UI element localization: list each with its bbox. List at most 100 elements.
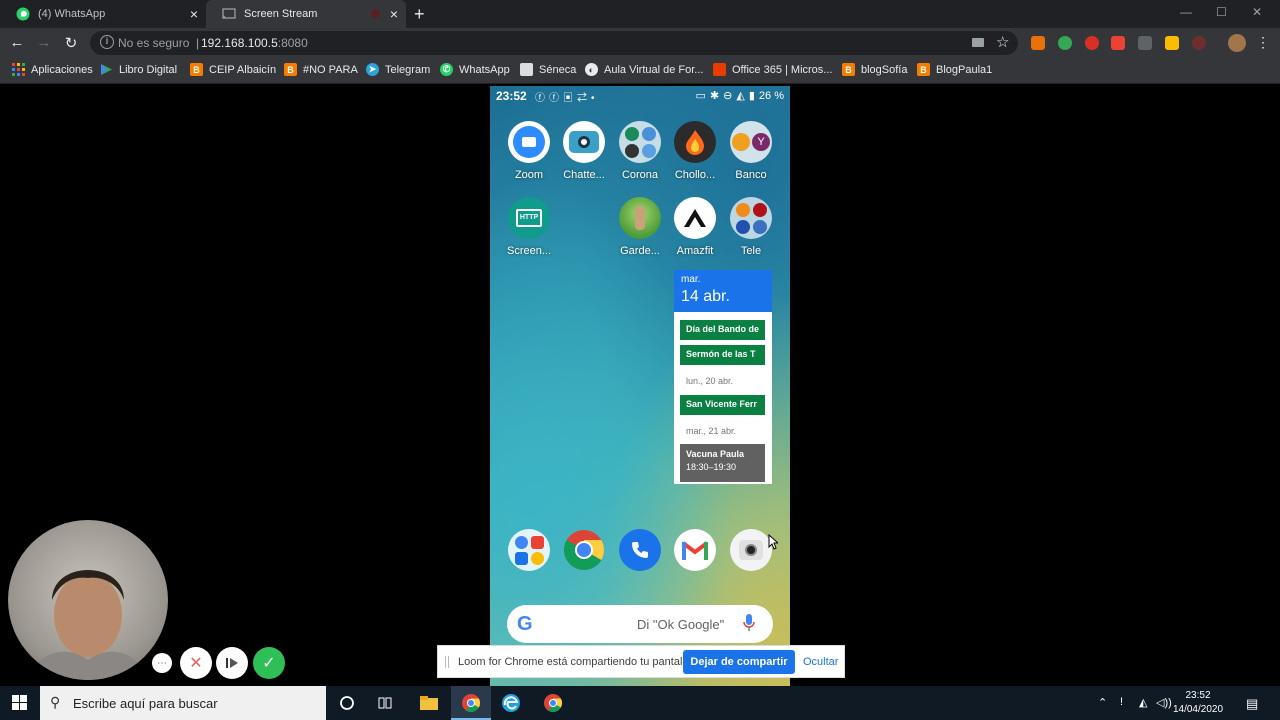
webcam-bubble[interactable] bbox=[8, 520, 168, 680]
info-icon[interactable]: i bbox=[100, 35, 114, 49]
app-amazfit[interactable]: Amazfit bbox=[667, 197, 723, 257]
back-button[interactable]: ← bbox=[8, 34, 26, 51]
file-explorer-icon[interactable] bbox=[419, 693, 439, 713]
pen-icon[interactable]: ! bbox=[1120, 696, 1123, 708]
dock-google-folder[interactable] bbox=[501, 529, 557, 571]
browser-toolbar: ← → ↻ i No es seguro | 192.168.100.5:808… bbox=[0, 28, 1280, 58]
search-placeholder: Escribe aquí para buscar bbox=[73, 696, 218, 711]
app-chatterbox[interactable]: Chatte... bbox=[556, 121, 612, 181]
dock-gmail[interactable] bbox=[667, 529, 723, 571]
extension-adblock-icon[interactable] bbox=[1085, 36, 1099, 50]
notifications-icon[interactable]: ▤ bbox=[1246, 696, 1258, 712]
phone-clock: 23:52 bbox=[496, 89, 527, 103]
bookmark-star-icon[interactable]: ☆ bbox=[996, 33, 1009, 51]
app-banco[interactable]: Y Banco bbox=[723, 121, 779, 181]
app-zoom[interactable]: Zoom bbox=[501, 121, 557, 181]
address-bar[interactable]: i No es seguro | 192.168.100.5:8080 ☆ bbox=[90, 31, 1018, 55]
edge-icon[interactable] bbox=[501, 693, 521, 713]
hide-button[interactable]: Ocultar bbox=[803, 656, 838, 668]
blogger-icon: B bbox=[842, 63, 855, 76]
pause-recording-button[interactable] bbox=[216, 647, 248, 679]
calendar-event[interactable]: San Vicente Ferr bbox=[680, 395, 765, 415]
tab-whatsapp[interactable]: (4) WhatsApp × bbox=[0, 0, 206, 28]
bookmark-ceip-albaicin[interactable]: B CEIP Albaicín bbox=[190, 63, 276, 76]
extension-thumb-icon[interactable] bbox=[1165, 36, 1179, 50]
url-text[interactable]: 192.168.100.5:8080 bbox=[201, 36, 308, 50]
app-tele[interactable]: Tele bbox=[723, 197, 779, 257]
play-store-icon bbox=[100, 63, 113, 76]
bookmark-libro-digital[interactable]: Libro Digital bbox=[100, 63, 177, 76]
bookmark-aula-virtual[interactable]: ◐ Aula Virtual de For... bbox=[585, 63, 703, 76]
finish-recording-button[interactable]: ✓ bbox=[253, 647, 285, 679]
forward-button[interactable]: → bbox=[35, 34, 53, 51]
event-time: 18:30–19:30 bbox=[686, 462, 737, 472]
extension-loom-icon[interactable] bbox=[1192, 36, 1206, 50]
zoom-icon bbox=[508, 121, 550, 163]
new-tab-button[interactable]: + bbox=[414, 4, 425, 25]
phone-screen[interactable]: 23:52 ⓕⓕ▣⇄• ▭ ✱ ⊖ ◭ ▮ 26 % Zoom Chatte... Co… bbox=[490, 86, 790, 686]
bookmark-whatsapp[interactable]: ✆ WhatsApp bbox=[440, 63, 510, 76]
google-search-bar[interactable]: G Di "Ok Google" bbox=[507, 605, 773, 643]
app-gardenscapes[interactable]: Garde... bbox=[612, 197, 668, 257]
more-options-button[interactable]: ⋯ bbox=[152, 653, 172, 673]
camera-blocked-icon[interactable] bbox=[972, 38, 984, 47]
close-tab-icon[interactable]: × bbox=[190, 7, 198, 21]
show-hidden-icons[interactable]: ⌃ bbox=[1098, 696, 1107, 709]
whatsapp-icon bbox=[16, 7, 30, 21]
bluetooth-icon: ✱ bbox=[709, 90, 720, 102]
calendar-event[interactable]: Vacuna Paula 18:30–19:30 bbox=[680, 444, 765, 482]
tab-screen-stream[interactable]: Screen Stream × bbox=[206, 0, 406, 28]
blogger-icon: B bbox=[284, 63, 297, 76]
calendar-widget[interactable]: mar. 14 abr. Día del Bando de Sermón de … bbox=[674, 270, 772, 484]
reload-button[interactable]: ↻ bbox=[62, 34, 80, 52]
extension-grammarly-icon[interactable] bbox=[1058, 36, 1072, 50]
menu-dots-icon[interactable]: ⋮ bbox=[1256, 34, 1270, 51]
gmail-icon bbox=[674, 529, 716, 571]
app-corona[interactable]: Corona bbox=[612, 121, 668, 181]
chrome-icon[interactable] bbox=[543, 693, 563, 713]
calendar-event[interactable]: Día del Bando de bbox=[680, 320, 765, 340]
telegram-icon: ➤ bbox=[366, 63, 379, 76]
dock-chrome[interactable] bbox=[556, 529, 612, 571]
network-icon[interactable]: ◭ bbox=[1139, 696, 1147, 709]
wifi-icon: ◭ bbox=[736, 90, 745, 102]
bookmark-seneca[interactable]: Séneca bbox=[520, 63, 576, 76]
app-chollometro[interactable]: Chollo... bbox=[667, 121, 723, 181]
flame-icon bbox=[674, 121, 716, 163]
app-screen-stream[interactable]: HTTP Screen... bbox=[501, 197, 557, 257]
dock-phone[interactable] bbox=[612, 529, 668, 571]
notification-icons: ⓕⓕ▣⇄• bbox=[535, 93, 599, 104]
bookmark-blogsofia[interactable]: BblogSofía bbox=[842, 63, 907, 76]
tele-folder-icon bbox=[730, 197, 772, 239]
maximize-button[interactable]: ☐ bbox=[1216, 5, 1227, 19]
cortana-icon[interactable] bbox=[337, 693, 357, 713]
bookmark-telegram[interactable]: ➤ Telegram bbox=[366, 63, 430, 76]
extension-pocket-icon[interactable] bbox=[1111, 36, 1125, 50]
task-view-icon[interactable] bbox=[376, 693, 396, 713]
drag-handle-icon[interactable] bbox=[445, 656, 449, 668]
taskbar-chrome-active[interactable] bbox=[451, 686, 491, 720]
extension-grid-icon[interactable] bbox=[1138, 36, 1152, 50]
taskbar-search-box[interactable]: ⚲ Escribe aquí para buscar bbox=[40, 686, 326, 720]
window-close-button[interactable]: ✕ bbox=[1252, 5, 1262, 19]
cancel-recording-button[interactable]: ✕ bbox=[180, 647, 212, 679]
event-title: Vacuna Paula bbox=[686, 449, 745, 459]
avatar[interactable] bbox=[1228, 34, 1246, 52]
folder-icon bbox=[619, 121, 661, 163]
clock-date: 14/04/2020 bbox=[1172, 704, 1224, 715]
taskbar-clock[interactable]: 23:52 14/04/2020 bbox=[1170, 689, 1226, 717]
extension-office-icon[interactable] bbox=[1031, 36, 1045, 50]
close-tab-icon[interactable]: × bbox=[390, 7, 398, 21]
presenter-video bbox=[28, 570, 148, 680]
microphone-icon[interactable] bbox=[743, 613, 755, 638]
bookmark-no-para[interactable]: B #NO PARA bbox=[284, 63, 358, 76]
minimize-button[interactable]: — bbox=[1180, 5, 1192, 19]
bookmark-apps[interactable]: Aplicaciones bbox=[12, 63, 93, 76]
bookmark-blogpaula1[interactable]: B BlogPaula1 bbox=[917, 63, 992, 76]
calendar-event[interactable]: Sermón de las T bbox=[680, 345, 765, 365]
bookmark-office-365[interactable]: Office 365 | Micros... bbox=[713, 63, 832, 76]
calendar-header[interactable]: mar. 14 abr. bbox=[674, 270, 772, 312]
windows-start-icon[interactable] bbox=[12, 695, 28, 716]
stop-sharing-button[interactable]: Dejar de compartir bbox=[683, 650, 795, 674]
share-message: Loom for Chrome está compartiendo tu pan… bbox=[458, 656, 695, 668]
